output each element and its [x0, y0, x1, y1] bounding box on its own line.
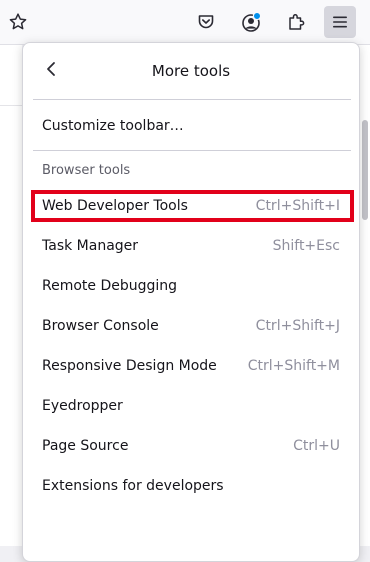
page-divider	[0, 105, 22, 106]
extensions-button[interactable]	[280, 6, 312, 38]
hamburger-menu-icon	[331, 13, 349, 31]
panel-header: More tools	[23, 43, 359, 99]
menu-item-shortcut: Ctrl+Shift+J	[255, 318, 340, 334]
task-manager-item[interactable]: Task Manager Shift+Esc	[23, 227, 359, 265]
extensions-for-developers-item[interactable]: Extensions for developers	[23, 467, 359, 505]
menu-item-label: Responsive Design Mode	[42, 358, 217, 374]
remote-debugging-item[interactable]: Remote Debugging	[23, 267, 359, 305]
menu-item-shortcut: Ctrl+U	[293, 438, 340, 454]
extensions-icon	[286, 12, 306, 32]
menu-item-label: Remote Debugging	[42, 278, 178, 294]
panel-title: More tools	[151, 62, 231, 80]
eyedropper-item[interactable]: Eyedropper	[23, 387, 359, 425]
customize-toolbar-label: Customize toolbar…	[42, 118, 184, 134]
menu-item-label: Eyedropper	[42, 398, 123, 414]
pocket-icon	[196, 12, 216, 32]
browser-toolbar	[0, 0, 370, 45]
page-content-left	[0, 45, 22, 546]
separator	[33, 99, 351, 100]
menu-item-label: Extensions for developers	[42, 478, 224, 494]
menu-item-label: Browser Console	[42, 318, 159, 334]
browser-tools-heading: Browser tools	[42, 163, 131, 178]
more-tools-panel: More tools Customize toolbar… Browser to…	[22, 42, 360, 562]
responsive-design-mode-item[interactable]: Responsive Design Mode Ctrl+Shift+M	[23, 347, 359, 385]
star-icon	[8, 12, 28, 32]
menu-item-label: Page Source	[42, 438, 129, 454]
highlight-box	[31, 190, 354, 222]
menu-item-shortcut: Ctrl+Shift+M	[247, 358, 340, 374]
account-button[interactable]	[235, 6, 267, 38]
browser-console-item[interactable]: Browser Console Ctrl+Shift+J	[23, 307, 359, 345]
menu-item-label: Task Manager	[42, 238, 139, 254]
page-scrollbar[interactable]	[362, 120, 368, 220]
pocket-button[interactable]	[190, 6, 222, 38]
bookmark-star-button[interactable]	[2, 6, 34, 38]
open-application-menu-button[interactable]	[324, 6, 356, 38]
notification-dot	[252, 11, 262, 21]
page-source-item[interactable]: Page Source Ctrl+U	[23, 427, 359, 465]
menu-item-shortcut: Shift+Esc	[272, 238, 340, 254]
account-icon	[240, 11, 262, 33]
customize-toolbar-item[interactable]: Customize toolbar…	[23, 107, 359, 145]
separator	[33, 150, 351, 151]
